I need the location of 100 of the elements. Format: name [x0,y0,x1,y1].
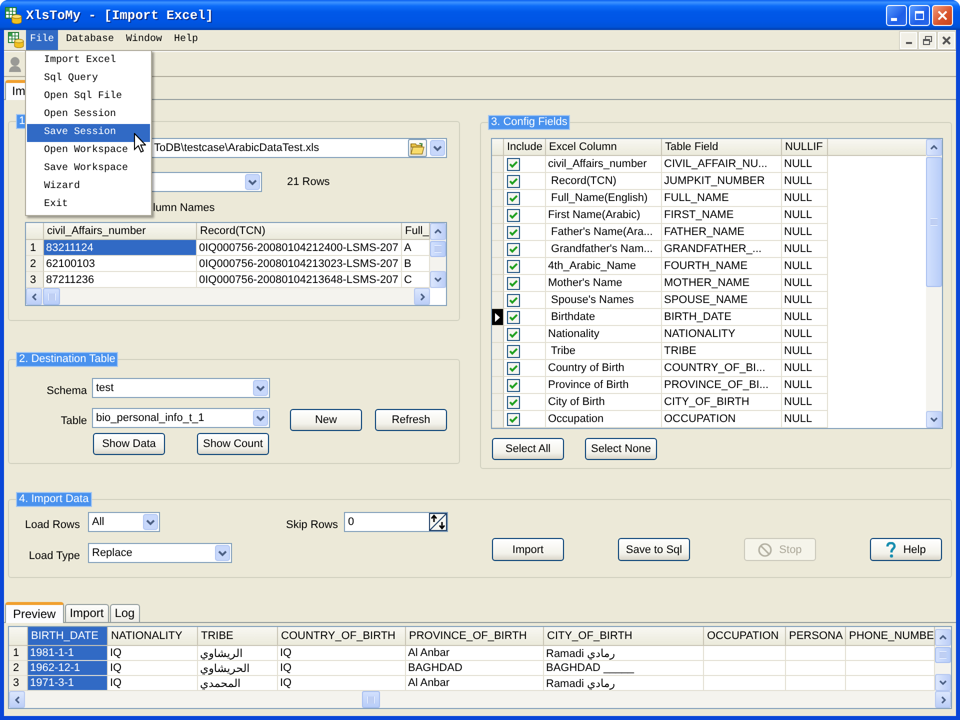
column-header[interactable]: TRIBE [198,627,278,645]
menu-item[interactable]: Import Excel [27,52,150,70]
scroll-thumb[interactable] [430,241,446,257]
select-all-button[interactable]: Select All [492,438,564,460]
scroll-down-button[interactable] [430,271,446,288]
chevron-down-icon[interactable] [430,140,445,156]
refresh-button[interactable]: Refresh [375,409,447,431]
row-header-cell[interactable] [492,173,504,190]
minimize-button[interactable] [900,32,917,48]
column-header[interactable]: PROVINCE_OF_BIRTH [406,627,544,645]
include-checkbox[interactable] [507,276,520,290]
result-tab[interactable]: Import [64,604,109,622]
restore-button[interactable] [919,32,936,48]
browse-button[interactable] [408,139,427,157]
select-none-button[interactable]: Select None [585,438,657,460]
vertical-scrollbar[interactable] [430,223,446,288]
include-checkbox[interactable] [507,396,520,408]
help-button[interactable]: Help [870,538,942,561]
include-checkbox[interactable] [507,242,520,256]
skip-rows-field[interactable]: 0 [344,512,448,532]
row-header-cell[interactable] [492,411,504,428]
scroll-thumb[interactable] [926,157,942,287]
row-header-cell[interactable] [492,258,504,275]
row-header-cell[interactable] [492,360,504,377]
action-button[interactable]: Import [492,538,564,561]
schema-combo[interactable]: test [92,378,270,398]
scroll-up-button[interactable] [430,223,446,240]
close-button[interactable] [932,4,953,26]
close-button[interactable] [938,32,955,48]
spreadsheet-database-icon[interactable] [8,32,24,48]
menu-item[interactable]: Open Session [27,106,150,124]
scroll-up-button[interactable] [935,629,951,646]
menu-item[interactable]: File [26,30,58,50]
scroll-left-button[interactable] [9,691,25,708]
row-header-cell[interactable] [492,190,504,207]
column-header[interactable]: OCCUPATION [704,627,786,645]
include-checkbox[interactable] [507,174,520,188]
column-header[interactable]: COUNTRY_OF_BIRTH [278,627,406,645]
scroll-right-button[interactable] [935,691,951,708]
row-header-cell[interactable] [492,343,504,360]
row-header-cell[interactable] [492,241,504,258]
scroll-thumb[interactable] [43,288,60,305]
scroll-down-button[interactable] [926,411,942,428]
show-data-button[interactable]: Show Data [93,433,165,455]
scroll-right-button[interactable] [414,288,430,305]
column-header[interactable]: NATIONALITY [108,627,198,645]
include-checkbox[interactable] [507,294,520,306]
include-checkbox[interactable] [507,362,520,374]
include-checkbox[interactable] [507,378,520,392]
scroll-down-button[interactable] [935,674,951,691]
horizontal-scrollbar[interactable] [26,288,430,305]
menu-item[interactable]: Database [62,30,118,50]
column-header[interactable]: PERSONA [786,627,846,645]
row-header-cell[interactable] [492,275,504,292]
vertical-scrollbar[interactable] [926,139,942,428]
column-header[interactable]: NULLIF [782,139,828,155]
column-header[interactable]: CITY_OF_BIRTH [544,627,704,645]
column-header[interactable]: Table Field [662,139,782,155]
new-button[interactable]: New [290,409,362,431]
action-button[interactable]: Save to Sql [618,538,690,561]
menu-item[interactable]: Exit [27,196,150,214]
row-header-cell[interactable] [492,309,504,326]
menu-item[interactable]: Wizard [27,178,150,196]
column-header[interactable]: BIRTH_DATE [28,627,108,645]
show-count-button[interactable]: Show Count [197,433,269,455]
row-header-cell[interactable] [492,156,504,173]
include-checkbox[interactable] [507,192,520,204]
include-checkbox[interactable] [507,412,520,426]
column-header[interactable]: Include [504,139,546,155]
row-header-cell[interactable] [492,207,504,224]
spin-arrows-icon[interactable] [429,513,447,531]
scroll-thumb[interactable] [362,691,380,708]
menu-item[interactable]: Save Workspace [27,160,150,178]
column-header[interactable]: Record(TCN) [197,223,402,239]
include-checkbox[interactable] [507,328,520,340]
include-checkbox[interactable] [507,208,520,222]
scroll-up-button[interactable] [926,139,942,156]
load-rows-combo[interactable]: All [88,512,160,532]
column-header[interactable]: Excel Column [546,139,662,155]
vertical-scrollbar[interactable] [935,627,951,691]
include-checkbox[interactable] [507,310,520,324]
load-type-combo[interactable]: Replace [88,543,232,563]
menu-item[interactable]: Save Session [27,124,150,142]
scroll-thumb[interactable] [935,647,951,663]
row-header-cell[interactable] [492,394,504,411]
result-tab[interactable]: Log [110,604,140,622]
horizontal-scrollbar[interactable] [9,691,951,708]
row-header-cell[interactable] [492,224,504,241]
row-header-cell[interactable] [492,292,504,309]
table-combo[interactable]: bio_personal_info_t_1 [92,408,270,428]
result-tab[interactable]: Preview [5,602,64,623]
row-header-cell[interactable] [492,377,504,394]
maximize-button[interactable] [909,4,930,26]
column-header[interactable]: civil_Affairs_number [44,223,197,239]
include-checkbox[interactable] [507,226,520,238]
menu-item[interactable]: Window [122,30,166,50]
minimize-button[interactable] [886,4,907,26]
include-checkbox[interactable] [507,344,520,358]
scroll-left-button[interactable] [26,288,42,305]
include-checkbox[interactable] [507,260,520,272]
